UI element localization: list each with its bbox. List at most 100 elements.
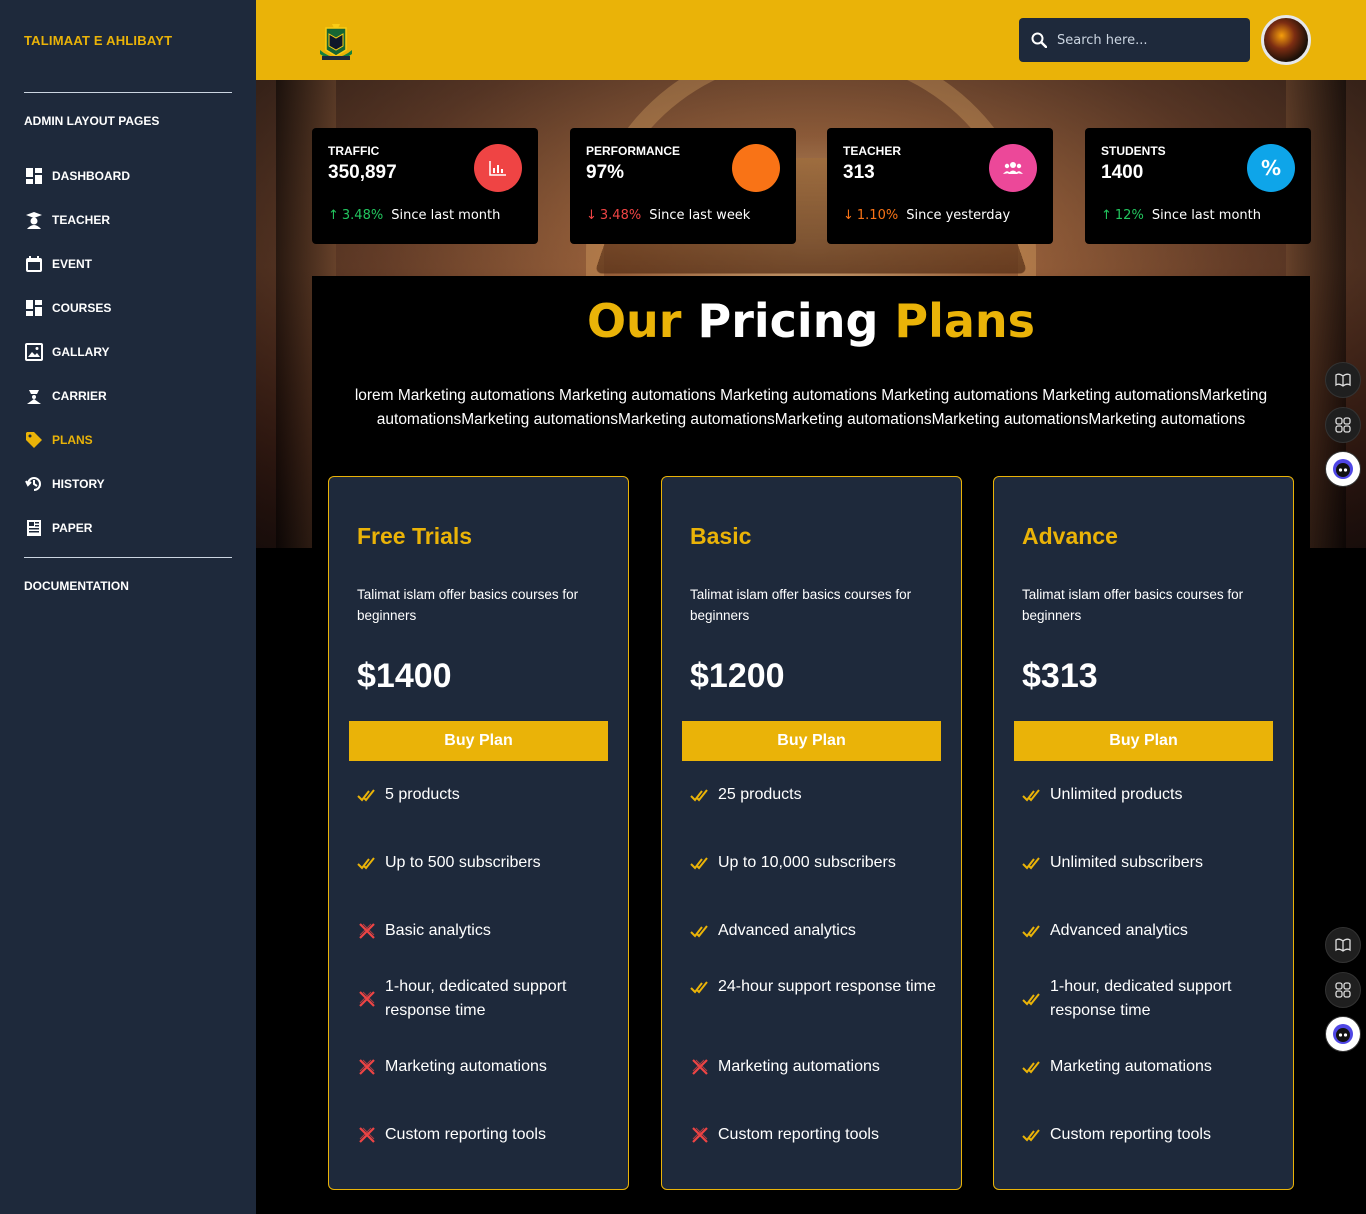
percent-icon: % [1247,144,1295,192]
sidebar-divider [24,92,232,93]
sidebar-item-label: PLANS [52,433,93,447]
sidebar-item-label: COURSES [52,301,112,315]
grid-icon[interactable] [1325,407,1361,443]
stat-since: Since last month [391,208,501,223]
sidebar-item-label: EVENT [52,257,93,271]
search-bar[interactable] [1019,18,1250,62]
grid-icon[interactable] [1325,972,1361,1008]
sidebar-nav: DASHBOARD TEACHER EVENT COURSES GALLARY … [24,154,234,550]
plan-feature: 1-hour, dedicated support response time [1022,975,1282,1023]
search-input[interactable] [1057,32,1237,48]
sidebar-item-event[interactable]: EVENT [24,242,234,286]
sidebar-item-label: CARRIER [52,389,107,403]
plan-feature: Advanced analytics [690,919,950,943]
pricing-title-part: Pricing [697,294,879,348]
check-icon [357,853,377,873]
check-icon [1022,989,1042,1009]
stat-since: Since last month [1151,208,1261,223]
site-logo[interactable] [312,20,360,64]
buy-plan-button[interactable]: Buy Plan [349,721,608,761]
sidebar-item-gallery[interactable]: GALLARY [24,330,234,374]
arrow-down-icon: ↓ [586,208,597,223]
stat-change: 3.48% [341,208,384,223]
cross-icon [690,1057,710,1077]
pricing-title-part: Plans [894,294,1036,348]
buy-plan-button[interactable]: Buy Plan [1014,721,1273,761]
check-icon [1022,1057,1042,1077]
plan-feature: Custom reporting tools [690,1123,950,1147]
feature-text: Marketing automations [718,1058,880,1075]
feature-text: Advanced analytics [718,922,856,939]
sidebar-item-label: HISTORY [52,477,105,491]
brand-title[interactable]: TALIMAAT E AHLIBAYT [24,33,172,48]
check-icon [1022,1125,1042,1145]
book-icon[interactable] [1325,362,1361,398]
sidebar-item-carrier[interactable]: CARRIER [24,374,234,418]
sidebar-item-label: PAPER [52,521,93,535]
plan-feature: Marketing automations [1022,1055,1282,1079]
feature-text: Custom reporting tools [718,1126,879,1143]
sidebar-item-courses[interactable]: COURSES [24,286,234,330]
feature-text: Unlimited subscribers [1050,854,1203,871]
stat-footer: ↑ 3.48% Since last month [328,208,500,223]
stat-since: Since yesterday [906,208,1011,223]
cross-icon [690,1125,710,1145]
feature-text: 25 products [718,786,802,803]
plan-feature: 1-hour, dedicated support response time [357,975,617,1023]
stat-since: Since last week [649,208,751,223]
user-avatar[interactable] [1261,15,1311,65]
documentation-link[interactable]: DOCUMENTATION [24,579,129,593]
plan-feature: Unlimited subscribers [1022,851,1282,875]
cross-icon [357,989,377,1009]
book-icon[interactable] [1325,927,1361,963]
feature-text: Unlimited products [1050,786,1183,803]
plan-description: Talimat islam offer basics courses for b… [357,587,579,623]
stat-card-performance: PERFORMANCE 97% ↓ 3.48% Since last week [570,128,796,244]
plan-feature: Up to 10,000 subscribers [690,851,950,875]
sidebar-item-paper[interactable]: PAPER [24,506,234,550]
stat-card-students: STUDENTS 1400 % ↑ 12% Since last month [1085,128,1311,244]
feature-text: Marketing automations [1050,1058,1212,1075]
buy-plan-button[interactable]: Buy Plan [682,721,941,761]
pricing-intro: lorem Marketing automations Marketing au… [354,387,1268,428]
plan-feature: Unlimited products [1022,783,1282,807]
stat-card-teacher: TEACHER 313 ↓ 1.10% Since yesterday [827,128,1053,244]
feature-text: 1-hour, dedicated support response time [385,978,567,1019]
check-icon [690,977,710,997]
check-icon [1022,785,1042,805]
sidebar-item-teacher[interactable]: TEACHER [24,198,234,242]
plan-feature: 25 products [690,783,950,807]
pie-icon [732,144,780,192]
stat-footer: ↓ 1.10% Since yesterday [843,208,1010,223]
plan-description: Talimat islam offer basics courses for b… [690,587,912,623]
plan-card: Free Trials Talimat islam offer basics co… [328,476,629,1190]
users-icon [989,144,1037,192]
sidebar-section-heading: ADMIN LAYOUT PAGES [24,114,160,128]
plan-price: $313 [1022,657,1098,695]
plan-description: Talimat islam offer basics courses for b… [1022,587,1244,623]
dashboard-icon [24,166,44,186]
sidebar-item-history[interactable]: HISTORY [24,462,234,506]
sidebar: TALIMAAT E AHLIBAYT ADMIN LAYOUT PAGES D… [0,0,256,1214]
calendar-icon [24,254,44,274]
feature-text: Custom reporting tools [1050,1126,1211,1143]
feature-text: Marketing automations [385,1058,547,1075]
feature-text: 24-hour support response time [718,978,936,995]
sidebar-item-plans[interactable]: PLANS [24,418,234,462]
plan-feature: Advanced analytics [1022,919,1282,943]
feature-text: Custom reporting tools [385,1126,546,1143]
sidebar-item-label: DASHBOARD [52,169,130,183]
plan-card: Basic Talimat islam offer basics courses … [661,476,962,1190]
check-icon [690,921,710,941]
history-icon [24,474,44,494]
arrow-up-icon: ↑ [328,208,339,223]
feature-text: Advanced analytics [1050,922,1188,939]
feature-text: Up to 10,000 subscribers [718,854,896,871]
assistant-bot-icon[interactable] [1325,1016,1361,1052]
assistant-bot-icon[interactable] [1325,451,1361,487]
sidebar-item-dashboard[interactable]: DASHBOARD [24,154,234,198]
pricing-title: Our Pricing Plans [312,294,1310,348]
plan-name: Free Trials [357,523,473,549]
top-bar [256,0,1366,80]
check-icon [357,785,377,805]
